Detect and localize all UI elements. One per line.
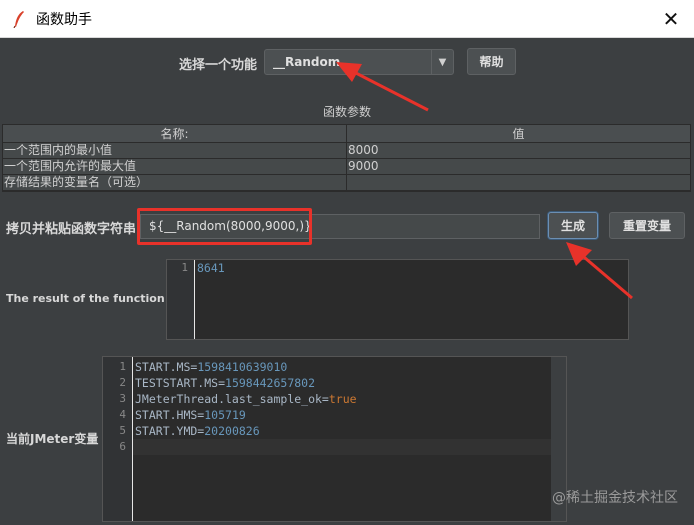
table-row[interactable]: 一个范围内的最小值 8000 [3, 143, 690, 159]
table-row[interactable]: 存储结果的变量名（可选） [3, 175, 690, 191]
reset-variables-button[interactable]: 重置变量 [609, 212, 685, 239]
help-button[interactable]: 帮助 [467, 48, 516, 75]
result-value: 8641 [197, 261, 225, 275]
var-value: true [328, 392, 357, 406]
line-number-gutter: 1 2 3 4 5 6 [103, 357, 133, 521]
title-bar: 函数助手 ✕ [0, 0, 694, 38]
var-value: 105719 [204, 408, 246, 422]
line-number: 1 [119, 360, 126, 373]
var-value: 1598410639010 [197, 360, 288, 374]
code-line: JMeterThread.last_sample_ok=true [133, 391, 566, 407]
line-number: 4 [119, 408, 126, 421]
function-select-row: 选择一个功能 __Random ▼ 帮助 [0, 48, 694, 78]
function-select-dropdown[interactable]: __Random ▼ [264, 49, 454, 75]
code-line: START.YMD=20200826 [133, 423, 566, 439]
params-title: 函数参数 [322, 105, 371, 119]
watermark: @稀土掘金技术社区 [552, 490, 678, 506]
var-value: 1598442657802 [225, 376, 316, 390]
var-key: JMeterThread.last_sample_ok= [135, 392, 329, 406]
column-header-name[interactable]: 名称: [3, 125, 347, 142]
jmeter-variables-label: 当前JMeter变量 [6, 432, 99, 446]
line-number: 6 [119, 440, 126, 453]
function-string-label: 拷贝并粘贴函数字符串 [6, 222, 137, 237]
var-key: START.YMD= [135, 424, 205, 438]
window-title: 函数助手 [36, 11, 92, 28]
result-label: The result of the function is [6, 292, 179, 305]
code-line: TESTSTART.MS=1598442657802 [133, 375, 566, 391]
var-key: TESTSTART.MS= [135, 376, 226, 390]
code-line-current [133, 439, 566, 455]
code-line: START.MS=1598410639010 [133, 359, 566, 375]
jmeter-variables-editor[interactable]: 1 2 3 4 5 6 START.MS=1598410639010 TESTS… [102, 356, 567, 522]
variables-code: START.MS=1598410639010 TESTSTART.MS=1598… [133, 359, 566, 455]
param-value-cell[interactable]: 8000 [347, 143, 690, 158]
line-number: 2 [119, 376, 126, 389]
params-table: 名称: 值 一个范围内的最小值 8000 一个范围内允许的最大值 9000 存储… [2, 124, 691, 192]
close-icon[interactable]: ✕ [648, 0, 694, 38]
dropdown-arrow-icon[interactable]: ▼ [431, 50, 453, 74]
line-number: 5 [119, 424, 126, 437]
param-value-cell[interactable] [347, 175, 690, 190]
function-select-label: 选择一个功能 [179, 58, 258, 73]
var-value: 20200826 [204, 424, 260, 438]
param-name-cell[interactable]: 一个范围内允许的最大值 [3, 159, 347, 174]
column-header-value[interactable]: 值 [347, 125, 690, 142]
param-value-cell[interactable]: 9000 [347, 159, 690, 174]
table-row[interactable]: 一个范围内允许的最大值 9000 [3, 159, 690, 175]
line-number: 3 [119, 392, 126, 405]
function-select-value: __Random [273, 55, 341, 69]
function-string-input[interactable]: ${__Random(8000,9000,)} [140, 214, 540, 239]
param-name-cell[interactable]: 一个范围内的最小值 [3, 143, 347, 158]
line-number-gutter: 1 [167, 260, 195, 339]
generate-button[interactable]: 生成 [548, 212, 598, 239]
result-editor[interactable]: 1 8641 [166, 259, 629, 340]
code-line: START.HMS=105719 [133, 407, 566, 423]
params-table-header: 名称: 值 [3, 125, 690, 143]
code-line: 8641 [195, 260, 628, 276]
result-code: 8641 [195, 260, 628, 276]
var-key: START.MS= [135, 360, 198, 374]
feather-icon [12, 10, 26, 28]
param-name-cell[interactable]: 存储结果的变量名（可选） [3, 175, 347, 190]
var-key: START.HMS= [135, 408, 205, 422]
line-number: 1 [181, 261, 188, 274]
